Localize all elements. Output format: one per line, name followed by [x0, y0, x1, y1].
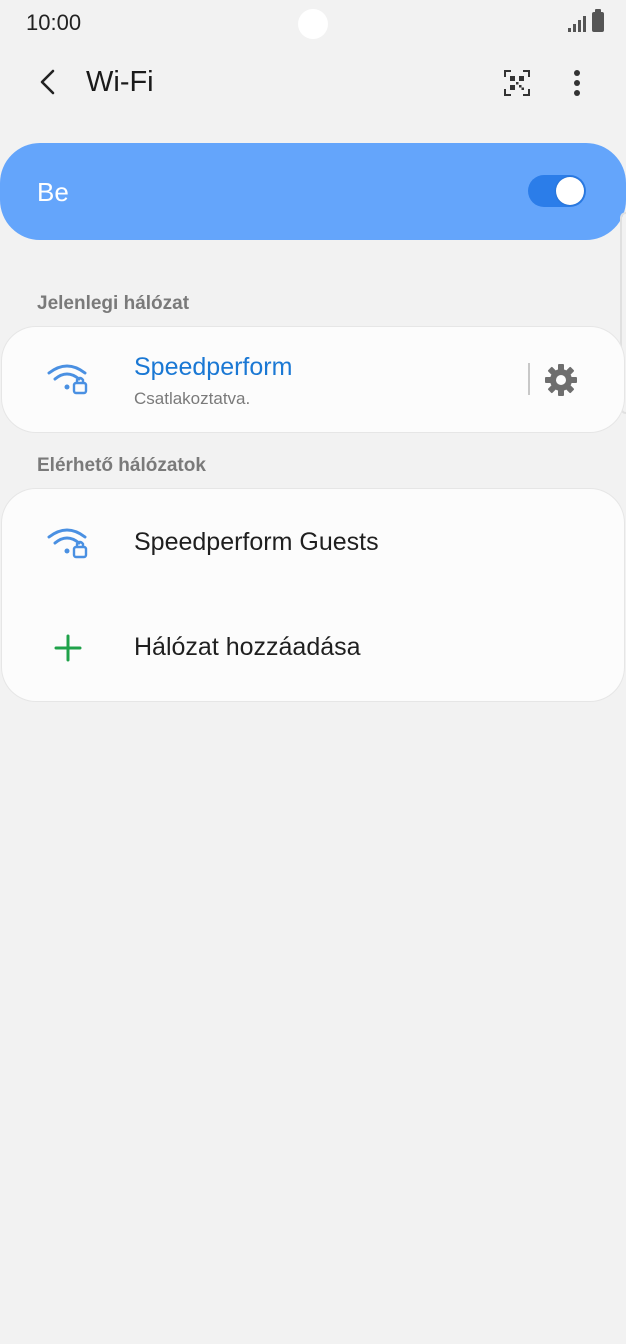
- network-item-speedperform-guests[interactable]: Speedperform Guests: [2, 489, 624, 595]
- current-network-status: Csatlakoztatva.: [134, 389, 251, 408]
- available-networks-header: Elérhető hálózatok: [37, 455, 206, 476]
- battery-icon: [592, 9, 604, 32]
- switch-knob: [556, 177, 584, 205]
- add-network-label: Hálózat hozzáadása: [134, 633, 361, 661]
- wifi-switch[interactable]: [528, 175, 586, 207]
- available-networks-card: Speedperform Guests Hálózat hozzáadása: [2, 489, 624, 701]
- add-network-row[interactable]: Hálózat hozzáadása: [2, 595, 624, 701]
- chevron-left-icon: [40, 69, 55, 95]
- status-bar: 10:00: [0, 0, 626, 48]
- vertical-divider: [528, 363, 530, 395]
- current-network-name: Speedperform: [134, 353, 293, 381]
- current-network-row[interactable]: Speedperform Csatlakoztatva.: [2, 327, 624, 432]
- status-time: 10:00: [26, 10, 82, 35]
- wifi-lock-icon: [47, 528, 88, 559]
- qr-code-icon: [504, 70, 530, 96]
- status-icons: [568, 9, 604, 32]
- page-title: Wi-Fi: [86, 66, 154, 98]
- current-network-header: Jelenlegi hálózat: [37, 293, 190, 314]
- plus-icon: [54, 634, 82, 662]
- gear-icon: [545, 364, 577, 396]
- app-bar: Wi-Fi: [0, 50, 626, 114]
- network-name: Speedperform Guests: [134, 528, 379, 556]
- wifi-lock-icon: [47, 364, 88, 395]
- camera-cutout: [298, 9, 328, 39]
- current-network-card: Speedperform Csatlakoztatva.: [2, 327, 624, 432]
- signal-icon: [568, 14, 586, 32]
- back-button[interactable]: [28, 62, 68, 102]
- more-vert-icon: [574, 70, 580, 96]
- qr-code-button[interactable]: [496, 62, 538, 104]
- network-settings-button[interactable]: [542, 361, 580, 399]
- master-toggle-label: Be: [37, 177, 69, 207]
- wifi-master-toggle[interactable]: Be: [0, 143, 626, 240]
- more-options-button[interactable]: [556, 62, 598, 104]
